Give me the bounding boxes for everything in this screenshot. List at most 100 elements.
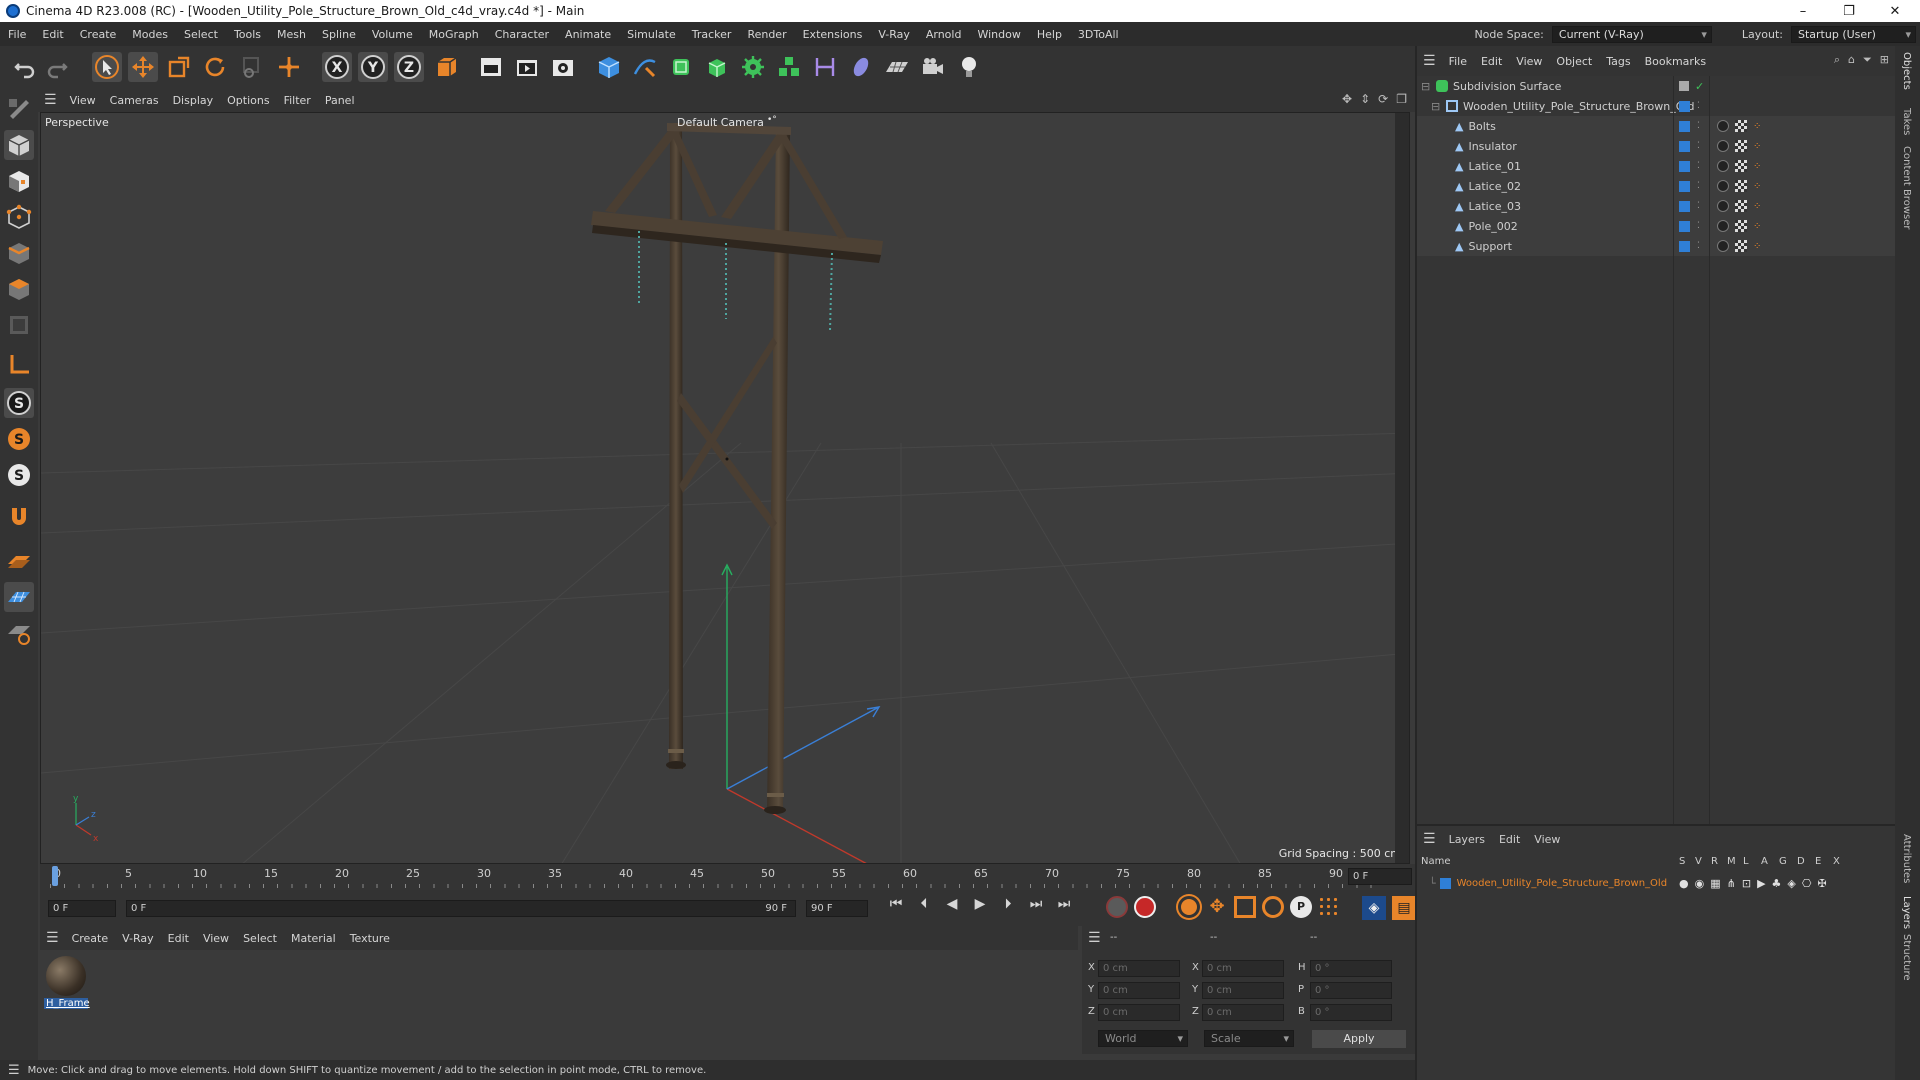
prev-frame-icon[interactable]: ◀ bbox=[942, 896, 962, 912]
home-icon[interactable]: ⌂ bbox=[1848, 53, 1855, 67]
end-frame-field[interactable]: 90 F bbox=[806, 900, 868, 917]
layer-menu-edit[interactable]: Edit bbox=[1492, 833, 1527, 846]
layer-color-swatch[interactable] bbox=[1679, 200, 1690, 212]
object-name[interactable]: Bolts bbox=[1468, 120, 1495, 133]
deformer-button[interactable] bbox=[774, 52, 804, 82]
keyframe-selection-icon[interactable] bbox=[1178, 896, 1200, 918]
viewport-menu-options[interactable]: Options bbox=[220, 94, 276, 107]
lock-workplane-button[interactable] bbox=[4, 618, 34, 648]
coordinate-system-button[interactable] bbox=[432, 52, 462, 82]
uvw-tag-icon[interactable] bbox=[1735, 220, 1747, 232]
maximize-button[interactable]: ❐ bbox=[1826, 0, 1872, 22]
grid-workplane-button[interactable] bbox=[4, 582, 34, 612]
object-row[interactable]: ▲ Latice_03 ⁚ ⁘ bbox=[1417, 196, 1897, 216]
3d-viewport[interactable]: y x z Perspective Default Camera •° Grid… bbox=[40, 112, 1410, 864]
texture-mode-button[interactable] bbox=[4, 166, 34, 196]
layer-color-swatch[interactable] bbox=[1679, 240, 1690, 252]
material-swatch[interactable]: H_Frame bbox=[44, 954, 90, 1016]
visibility-dots-icon[interactable]: ⁚ bbox=[1697, 141, 1700, 151]
visibility-dots-icon[interactable]: ⁚ bbox=[1697, 161, 1700, 171]
vray-tag-icon[interactable]: ⁘ bbox=[1753, 201, 1761, 212]
object-row[interactable]: ▲ Insulator ⁚ ⁘ bbox=[1417, 136, 1897, 156]
menu-3dtoall[interactable]: 3DToAll bbox=[1070, 28, 1127, 41]
layer-color-swatch[interactable] bbox=[1439, 877, 1451, 889]
uvw-tag-icon[interactable] bbox=[1735, 200, 1747, 212]
menu-extensions[interactable]: Extensions bbox=[795, 28, 871, 41]
viewport-menu-filter[interactable]: Filter bbox=[277, 94, 318, 107]
edit-toggle-icon[interactable] bbox=[1679, 81, 1689, 91]
status-hamburger-icon[interactable]: ☰ bbox=[0, 1063, 28, 1078]
menu-render[interactable]: Render bbox=[739, 28, 794, 41]
snap-quantize-button[interactable]: S bbox=[4, 460, 34, 490]
material-menu-create[interactable]: Create bbox=[65, 932, 116, 945]
pos-x-field[interactable]: 0 cm bbox=[1098, 960, 1180, 977]
current-frame-field[interactable]: 0 F bbox=[1348, 868, 1412, 885]
coords-hamburger-icon[interactable]: ☰ bbox=[1088, 930, 1101, 946]
uvw-tag-icon[interactable] bbox=[1735, 120, 1747, 132]
redo-button[interactable] bbox=[42, 52, 72, 82]
search-icon[interactable]: ⌕ bbox=[1834, 53, 1840, 67]
menu-create[interactable]: Create bbox=[72, 28, 125, 41]
light-object-button[interactable] bbox=[954, 52, 984, 82]
material-tag-icon[interactable] bbox=[1717, 200, 1729, 212]
move-tool-button[interactable] bbox=[128, 52, 158, 82]
uvw-tag-icon[interactable] bbox=[1735, 180, 1747, 192]
vray-tag-icon[interactable]: ⁘ bbox=[1753, 241, 1761, 252]
object-name[interactable]: Support bbox=[1468, 240, 1511, 253]
menu-file[interactable]: File bbox=[0, 28, 34, 41]
prev-key-icon[interactable]: ⏴ bbox=[914, 896, 934, 912]
x-axis-lock-button[interactable]: X bbox=[322, 52, 352, 82]
key-parameter-icon[interactable]: P bbox=[1290, 896, 1312, 918]
y-axis-lock-button[interactable]: Y bbox=[358, 52, 388, 82]
play-icon[interactable]: ▶ bbox=[970, 896, 990, 912]
viewport-menu-display[interactable]: Display bbox=[166, 94, 221, 107]
close-button[interactable]: ✕ bbox=[1872, 0, 1918, 22]
menu-edit[interactable]: Edit bbox=[34, 28, 71, 41]
extrude-button[interactable] bbox=[702, 52, 732, 82]
axis-mode-button[interactable] bbox=[4, 350, 34, 380]
menu-select[interactable]: Select bbox=[176, 28, 226, 41]
tab-structure[interactable]: Structure bbox=[1901, 934, 1912, 981]
motion-clip-icon[interactable]: ◈ bbox=[1362, 896, 1386, 920]
frame-range-slider[interactable]: 0 F 90 F bbox=[126, 900, 796, 917]
material-menu-view[interactable]: View bbox=[196, 932, 236, 945]
object-menu-tags[interactable]: Tags bbox=[1599, 55, 1637, 68]
floor-object-button[interactable] bbox=[882, 52, 912, 82]
polygons-mode-button[interactable] bbox=[4, 274, 34, 304]
layer-name[interactable]: Wooden_Utility_Pole_Structure_Brown_Old bbox=[1457, 878, 1667, 889]
object-menu-bookmarks[interactable]: Bookmarks bbox=[1638, 55, 1713, 68]
layer-generator-icon[interactable]: ♣ bbox=[1772, 877, 1782, 890]
material-tag-icon[interactable] bbox=[1717, 180, 1729, 192]
material-menu-texture[interactable]: Texture bbox=[343, 932, 397, 945]
layer-color-swatch[interactable] bbox=[1679, 100, 1690, 112]
paint-tool-button[interactable] bbox=[4, 502, 34, 532]
transform-tool-button[interactable] bbox=[274, 52, 304, 82]
vray-tag-icon[interactable]: ⁘ bbox=[1753, 161, 1761, 172]
next-key-icon[interactable]: ⏭ bbox=[1026, 896, 1046, 912]
layer-manager-icon[interactable]: ⋔ bbox=[1727, 877, 1736, 890]
menu-help[interactable]: Help bbox=[1029, 28, 1070, 41]
field-object-button[interactable] bbox=[846, 52, 876, 82]
material-tag-icon[interactable] bbox=[1717, 140, 1729, 152]
coordinate-space-dropdown[interactable]: World bbox=[1098, 1030, 1188, 1047]
object-name[interactable]: Latice_01 bbox=[1468, 160, 1521, 173]
viewport-menu-view[interactable]: View bbox=[63, 94, 103, 107]
layer-color-swatch[interactable] bbox=[1679, 220, 1690, 232]
menu-tools[interactable]: Tools bbox=[226, 28, 269, 41]
material-tag-icon[interactable] bbox=[1717, 220, 1729, 232]
rot-b-field[interactable]: 0 ° bbox=[1310, 1004, 1392, 1021]
go-to-start-icon[interactable]: ⏮ bbox=[886, 896, 906, 912]
make-editable-button[interactable] bbox=[4, 94, 34, 124]
undo-button[interactable] bbox=[10, 52, 40, 82]
z-axis-lock-button[interactable]: Z bbox=[394, 52, 424, 82]
object-name[interactable]: Wooden_Utility_Pole_Structure_Brown_Old bbox=[1463, 100, 1694, 113]
spline-pen-button[interactable] bbox=[630, 52, 660, 82]
material-name[interactable]: H_Frame bbox=[44, 998, 90, 1009]
render-settings-button[interactable] bbox=[548, 52, 578, 82]
layer-color-swatch[interactable] bbox=[1679, 180, 1690, 192]
enabled-check-icon[interactable]: ✓ bbox=[1695, 80, 1704, 93]
key-scale-icon[interactable] bbox=[1234, 896, 1256, 918]
menu-tracker[interactable]: Tracker bbox=[684, 28, 740, 41]
viewport-maximize-icon[interactable]: ❐ bbox=[1396, 92, 1407, 106]
viewport-menu-cameras[interactable]: Cameras bbox=[103, 94, 166, 107]
